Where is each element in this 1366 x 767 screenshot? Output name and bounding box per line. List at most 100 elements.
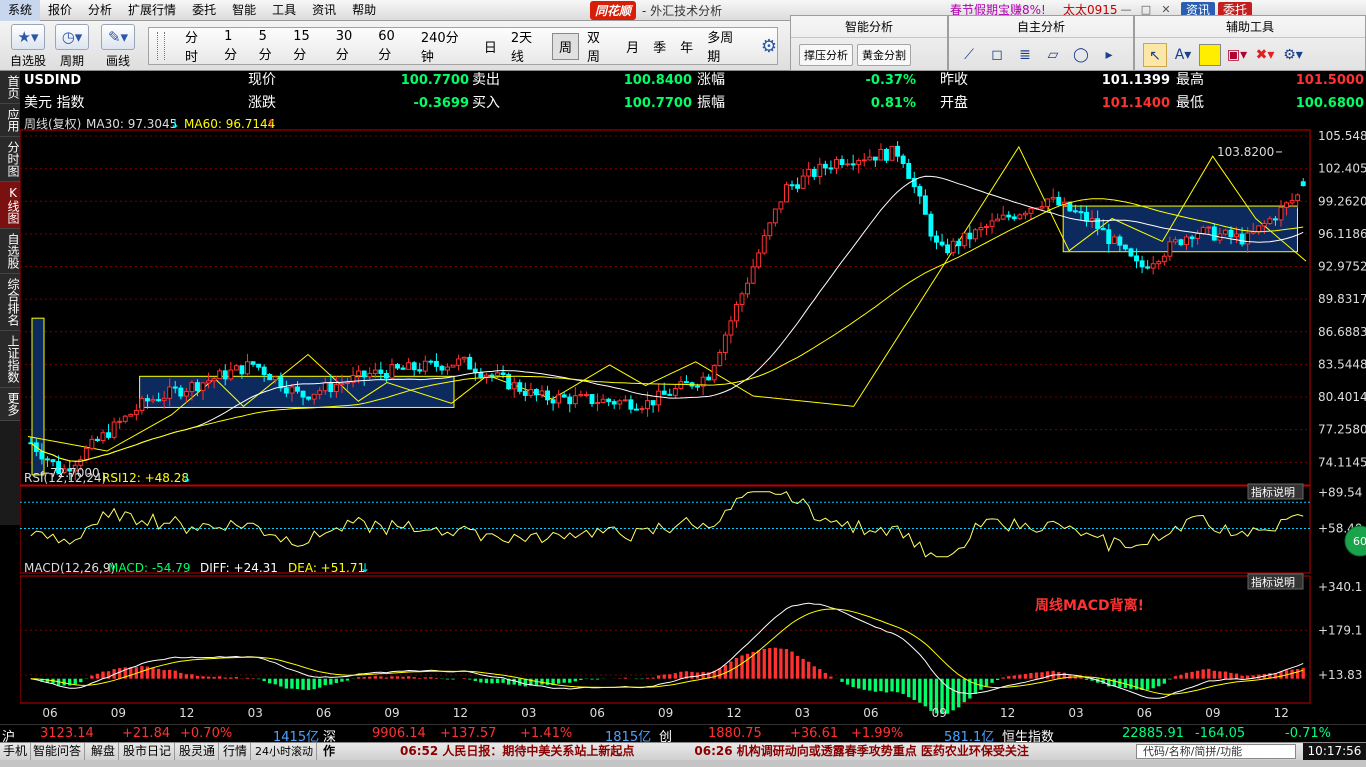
toolbar-grip[interactable] bbox=[157, 32, 165, 60]
candle-body-146 bbox=[839, 159, 845, 166]
period-11[interactable]: 月 bbox=[620, 34, 645, 59]
candle-body-78 bbox=[461, 356, 467, 360]
side-tab-5[interactable]: 综合排名 bbox=[0, 274, 20, 331]
side-tab-6[interactable]: 上证指数 bbox=[0, 331, 20, 388]
clock-icon: ◷▾ bbox=[55, 24, 89, 50]
candle-body-88 bbox=[517, 382, 523, 392]
menu-item-5[interactable]: 智能 bbox=[224, 0, 264, 21]
period-12[interactable]: 季 bbox=[647, 34, 672, 59]
period-tool[interactable]: ◷▾ 周期 bbox=[50, 24, 94, 68]
period-5[interactable]: 60分 bbox=[372, 26, 413, 66]
menu-item-3[interactable]: 扩展行情 bbox=[120, 0, 184, 21]
candle-body-41 bbox=[256, 363, 262, 368]
candle-body-218 bbox=[1239, 233, 1245, 245]
candle-body-150 bbox=[861, 159, 867, 162]
candle-body-211 bbox=[1200, 226, 1206, 235]
menu-item-1[interactable]: 报价 bbox=[40, 0, 80, 21]
menu-item-7[interactable]: 资讯 bbox=[304, 0, 344, 21]
text-icon[interactable]: A▾ bbox=[1171, 43, 1195, 67]
candle-body-224 bbox=[1272, 218, 1278, 221]
menu-item-4[interactable]: 委托 bbox=[184, 0, 224, 21]
period-2[interactable]: 5分 bbox=[253, 26, 286, 66]
delete-icon[interactable]: ✖▾ bbox=[1253, 43, 1277, 67]
jiepan-button[interactable]: 解盘 bbox=[88, 743, 120, 760]
circle-icon[interactable]: ◯ bbox=[1069, 43, 1093, 67]
gulingtong-button[interactable]: 股灵通 bbox=[176, 743, 220, 760]
period-4[interactable]: 30分 bbox=[330, 26, 371, 66]
rsi-legend-value: RSI12: +48.28 bbox=[102, 471, 189, 485]
period-label: 周期 bbox=[59, 54, 84, 68]
side-tab-3[interactable]: K线图 bbox=[0, 182, 20, 229]
x-label-15: 03 bbox=[1068, 706, 1083, 720]
candle-body-157 bbox=[900, 155, 906, 165]
period-10[interactable]: 双周 bbox=[581, 24, 618, 68]
rolling-news-button[interactable]: 24小时滚动 bbox=[252, 743, 317, 760]
y-tick-6: 86.6883 bbox=[1318, 325, 1366, 339]
trendline-icon[interactable]: ⟋ bbox=[957, 43, 981, 67]
period-6[interactable]: 240分钟 bbox=[415, 24, 476, 68]
candle-body-33 bbox=[211, 378, 217, 382]
candle-body-147 bbox=[845, 163, 851, 166]
candle-body-153 bbox=[878, 148, 884, 161]
smart-qa-button[interactable]: 智能问答 bbox=[30, 743, 86, 760]
period-8[interactable]: 2天线 bbox=[505, 24, 550, 68]
candle-body-193 bbox=[1100, 227, 1106, 231]
side-tab-7[interactable]: 更多 bbox=[0, 388, 20, 421]
candle-body-90 bbox=[528, 388, 534, 396]
period-13[interactable]: 年 bbox=[674, 34, 699, 59]
channel-icon[interactable]: ≣ bbox=[1013, 43, 1037, 67]
more-tools-icon[interactable]: ▸ bbox=[1097, 43, 1121, 67]
ma30-arrow: ↓ bbox=[170, 117, 180, 131]
save-icon[interactable]: ▣▾ bbox=[1225, 43, 1249, 67]
diary-button[interactable]: 股市日记 bbox=[120, 743, 176, 760]
color-swatch[interactable] bbox=[1199, 43, 1221, 66]
side-tab-2[interactable]: 分时图 bbox=[0, 137, 20, 182]
candle-body-16 bbox=[117, 420, 123, 423]
y-tick-8: 80.4014 bbox=[1318, 390, 1366, 404]
quotes-button[interactable]: 行情 bbox=[220, 743, 252, 760]
candle-body-83 bbox=[489, 374, 495, 377]
candle-body-34 bbox=[217, 370, 223, 380]
side-tab-1[interactable]: 应用 bbox=[0, 104, 20, 137]
quote-code: USDIND bbox=[24, 73, 81, 88]
period-0[interactable]: 分时 bbox=[179, 24, 216, 68]
code-search-input[interactable]: 代码/名称/简拼/功能 bbox=[1136, 744, 1296, 759]
menu-item-6[interactable]: 工具 bbox=[264, 0, 304, 21]
draw-tool[interactable]: ✎▾ 画线 bbox=[96, 24, 140, 68]
quote-change_pct: -0.37% bbox=[866, 73, 917, 88]
period-1[interactable]: 1分 bbox=[218, 26, 251, 66]
candle-body-56 bbox=[339, 382, 345, 386]
period-settings-icon[interactable]: ⚙ bbox=[761, 36, 777, 57]
settings-gear-icon[interactable]: ⚙▾ bbox=[1281, 43, 1305, 67]
candle-body-170 bbox=[972, 229, 978, 240]
side-tab-4[interactable]: 自选股 bbox=[0, 229, 20, 274]
candle-body-96 bbox=[561, 394, 567, 398]
candle-body-133 bbox=[767, 222, 773, 237]
cursor-icon[interactable]: ↖ bbox=[1143, 42, 1167, 67]
kline-chart[interactable]: USDIND 美元 指数 现价 卖出 涨幅 昨收 最高涨跌 买入 振幅 开盘 最低 100.7700 1… bbox=[20, 71, 1366, 721]
support-resistance-button[interactable]: 撑压分析 bbox=[799, 43, 853, 66]
mobile-button[interactable]: 手机 bbox=[0, 743, 32, 760]
period-9[interactable]: 周 bbox=[552, 32, 580, 60]
rectangle-icon[interactable]: ◻ bbox=[985, 43, 1009, 67]
candle-body-210 bbox=[1195, 233, 1201, 240]
menu-item-0[interactable]: 系统 bbox=[0, 0, 41, 21]
news-ticker[interactable]: 06:52 人民日报：期待中美关系站上新起点 06:26 机构调研动向或透露春季… bbox=[400, 743, 1029, 760]
period-3[interactable]: 15分 bbox=[287, 26, 328, 66]
app-subtitle: - 外汇技术分析 bbox=[642, 4, 723, 18]
rsi-line bbox=[30, 491, 1304, 558]
golden-section-button[interactable]: 黄金分割 bbox=[857, 43, 911, 66]
favorites-tool[interactable]: ★▾ 自选股 bbox=[6, 24, 50, 68]
smart-analysis-panel: 智能分析 撑压分析 黄金分割 bbox=[790, 15, 948, 71]
parallel-lines-icon[interactable]: ▱ bbox=[1041, 43, 1065, 67]
side-tab-0[interactable]: 首页 bbox=[0, 71, 20, 104]
menu-item-8[interactable]: 帮助 bbox=[344, 0, 384, 21]
period-14[interactable]: 多周期 bbox=[701, 24, 751, 68]
sz-change: +137.57 bbox=[440, 726, 497, 741]
x-label-4: 06 bbox=[316, 706, 331, 720]
menu-item-2[interactable]: 分析 bbox=[80, 0, 120, 21]
period-7[interactable]: 日 bbox=[478, 34, 503, 59]
y-tick-1: 102.4055 bbox=[1318, 162, 1366, 176]
candle-body-143 bbox=[822, 163, 828, 169]
candle-body-46 bbox=[283, 387, 289, 394]
